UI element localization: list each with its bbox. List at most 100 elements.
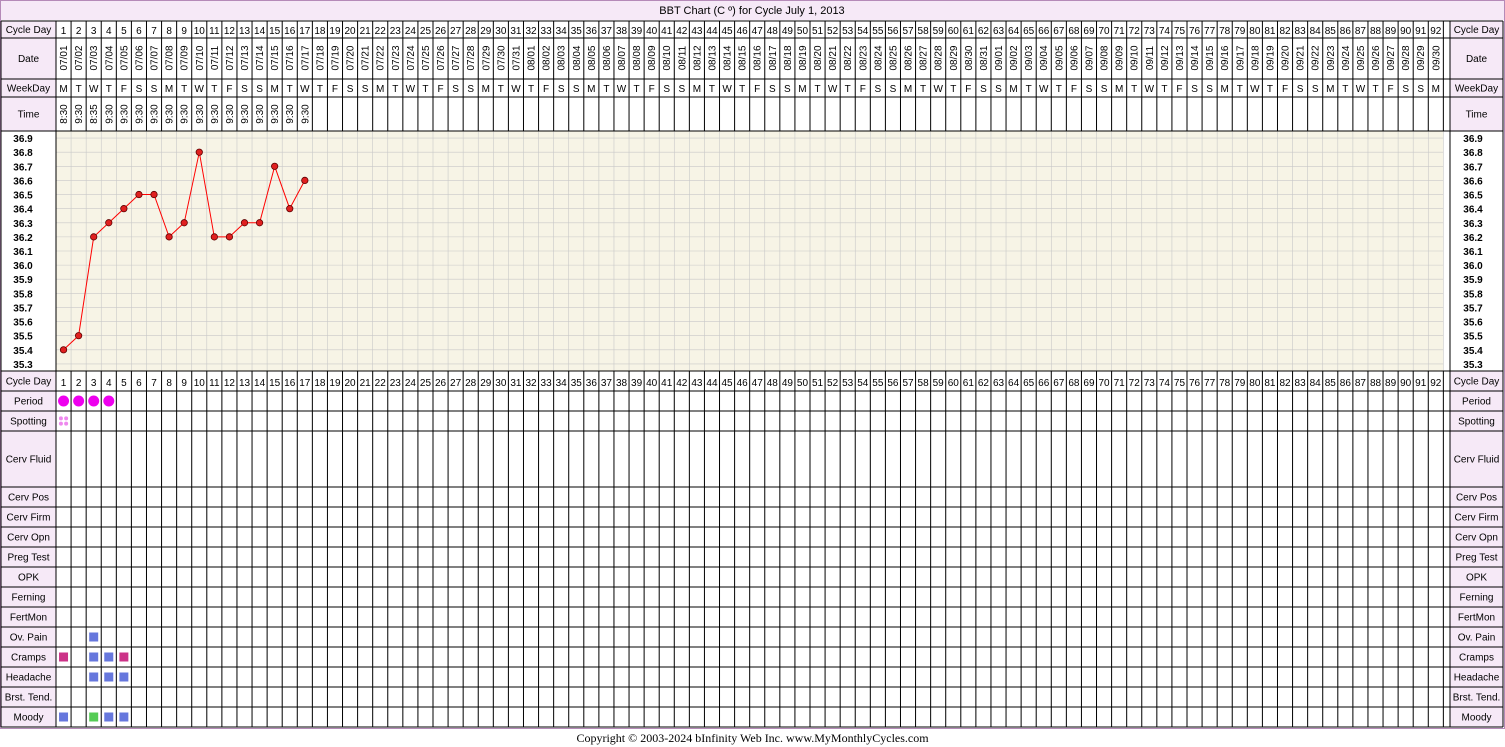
row-cerv-pos-label-right: Cerv Pos	[1456, 493, 1497, 504]
weekday-label: S	[769, 84, 776, 95]
date-label: 09/02	[1009, 45, 1020, 70]
cycle-day-number-bottom: 41	[661, 378, 673, 389]
date-label: 08/11	[677, 45, 688, 70]
row-ferning-label-right: Ferning	[1460, 593, 1494, 604]
cycle-day-number-bottom: 5	[121, 378, 127, 389]
cycle-day-number-bottom: 83	[1295, 378, 1307, 389]
date-label: 07/18	[315, 45, 326, 70]
weekday-label: S	[663, 84, 670, 95]
weekday-label: T	[1161, 84, 1167, 95]
cycle-day-number-bottom: 58	[918, 378, 930, 389]
cycle-day-number: 42	[676, 26, 688, 37]
cycle-day-number-bottom: 84	[1310, 378, 1322, 389]
date-label: 08/29	[949, 45, 960, 70]
weekday-label: F	[860, 84, 866, 95]
time-label: 9:30	[180, 104, 191, 124]
weekday-label: T	[1131, 84, 1137, 95]
cycle-day-number: 83	[1295, 26, 1307, 37]
cycle-day-number-bottom: 87	[1355, 378, 1367, 389]
date-label: 08/04	[572, 45, 583, 70]
bbt-chart: BBT Chart (C º) for Cycle July 1, 2013 Cy…	[0, 0, 1505, 729]
time-label: 9:30	[285, 104, 296, 124]
date-label: 07/24	[406, 45, 417, 70]
cycle-day-label-right: Cycle Day	[1454, 25, 1500, 36]
symptom-marker-headache	[119, 672, 129, 682]
weekday-label: M	[376, 84, 384, 95]
cycle-day-number: 40	[646, 26, 658, 37]
cycle-day-number-bottom: 90	[1400, 378, 1412, 389]
weekday-label: W	[1039, 84, 1049, 95]
weekday-label: W	[828, 84, 838, 95]
y-tick-label-right: 36.1	[1463, 247, 1483, 258]
date-label: 09/26	[1371, 45, 1382, 70]
cycle-day-number: 92	[1430, 26, 1442, 37]
time-label: 9:30	[165, 104, 176, 124]
date-label: 07/15	[270, 45, 281, 70]
cycle-day-number: 61	[963, 26, 975, 37]
row-ov-pain-label-left: Ov. Pain	[10, 633, 48, 644]
y-tick-label-left: 35.8	[13, 289, 33, 300]
time-label: 9:30	[210, 104, 221, 124]
date-label: 07/01	[59, 45, 70, 70]
cycle-day-number-bottom: 88	[1370, 378, 1382, 389]
y-tick-label-left: 35.7	[13, 303, 33, 314]
cycle-day-number: 47	[752, 26, 764, 37]
date-label: 08/26	[904, 45, 915, 70]
cycle-day-number-bottom: 49	[782, 378, 794, 389]
time-label: 9:30	[195, 104, 206, 124]
date-label: 09/27	[1386, 45, 1397, 70]
y-tick-label-left: 36.3	[13, 219, 33, 230]
cycle-day-number-bottom: 74	[1159, 378, 1171, 389]
cycle-day-number: 70	[1098, 26, 1110, 37]
cycle-day-number-bottom: 31	[510, 378, 522, 389]
cycle-day-number: 67	[1053, 26, 1065, 37]
date-label: 07/13	[240, 45, 251, 70]
weekday-label: T	[739, 84, 745, 95]
cycle-day-number: 33	[541, 26, 553, 37]
cycle-day-number-bottom: 48	[767, 378, 779, 389]
row-cerv-firm-label-left: Cerv Firm	[7, 513, 51, 524]
date-label: 09/30	[1431, 45, 1442, 70]
cycle-day-number: 26	[435, 26, 447, 37]
date-label: 07/12	[225, 45, 236, 70]
cycle-day-number: 90	[1400, 26, 1412, 37]
time-label-left: Time	[18, 110, 40, 121]
weekday-label: M	[1009, 84, 1017, 95]
date-label: 08/12	[692, 45, 703, 70]
cycle-day-number-bottom: 38	[616, 378, 628, 389]
weekday-label: T	[950, 84, 956, 95]
date-label: 09/19	[1265, 45, 1276, 70]
cycle-day-number: 13	[239, 26, 251, 37]
period-dot	[73, 395, 85, 407]
weekday-label: S	[558, 84, 565, 95]
y-tick-label-right: 35.3	[1463, 360, 1483, 371]
cycle-day-number: 36	[586, 26, 598, 37]
date-label: 09/09	[1115, 45, 1126, 70]
cycle-day-number: 3	[91, 26, 97, 37]
date-label: 08/13	[707, 45, 718, 70]
cycle-day-number: 65	[1023, 26, 1035, 37]
cycle-day-number: 31	[510, 26, 522, 37]
y-tick-label-left: 36.7	[13, 162, 33, 173]
date-label: 07/17	[300, 45, 311, 70]
cycle-day-number: 74	[1159, 26, 1171, 37]
cycle-day-number-bottom: 14	[254, 378, 266, 389]
cycle-day-number-bottom: 67	[1053, 378, 1065, 389]
cycle-day-number: 54	[857, 26, 869, 37]
weekday-label: F	[1071, 84, 1077, 95]
cycle-day-number-bottom: 22	[375, 378, 387, 389]
date-label: 07/23	[391, 45, 402, 70]
date-label: 08/15	[738, 45, 749, 70]
date-label: 08/08	[632, 45, 643, 70]
cycle-day-number: 7	[151, 26, 157, 37]
cycle-day-number-bottom: 32	[525, 378, 537, 389]
weekday-label: S	[1101, 84, 1108, 95]
weekday-label: T	[1026, 84, 1032, 95]
cycle-day-number: 28	[465, 26, 477, 37]
row-cramps-label-left: Cramps	[11, 653, 46, 664]
date-label: 07/08	[165, 45, 176, 70]
cycle-day-number: 32	[525, 26, 537, 37]
cycle-day-number-bottom: 30	[495, 378, 507, 389]
weekday-label: T	[76, 84, 82, 95]
date-label: 09/16	[1220, 45, 1231, 70]
